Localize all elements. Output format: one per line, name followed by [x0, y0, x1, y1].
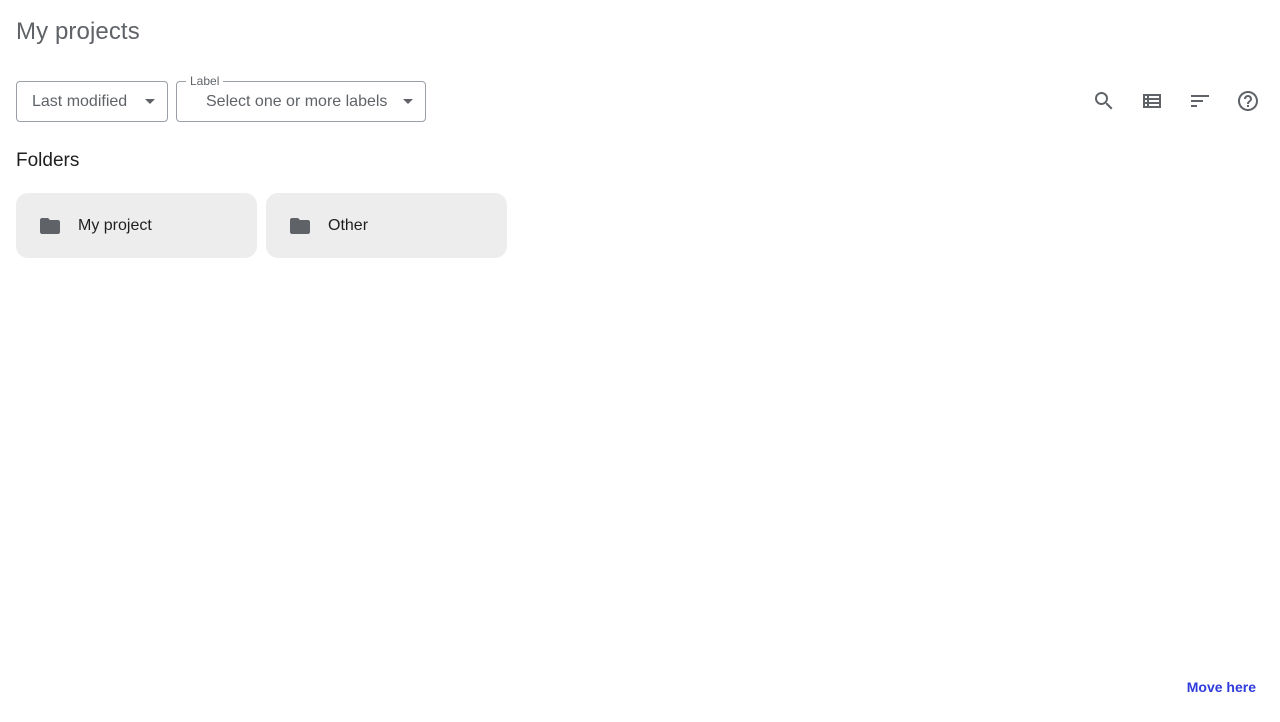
folder-card-my-project[interactable]: My project [16, 193, 257, 258]
folder-card-other[interactable]: Other [266, 193, 507, 258]
filter-toolbar: Last modified Label Select one or more l… [16, 74, 426, 122]
move-here-button[interactable]: Move here [1187, 679, 1256, 695]
search-icon [1095, 92, 1113, 110]
filter-sort-icon [1191, 95, 1209, 107]
help-button[interactable] [1228, 81, 1268, 121]
folder-icon [290, 217, 310, 234]
folder-name: Other [328, 216, 369, 234]
folder-list: My project Other [16, 193, 507, 258]
sort-select-value: Last modified [32, 92, 128, 110]
dropdown-arrow-icon [145, 99, 155, 104]
folders-section-title: Folders [16, 150, 80, 171]
search-button[interactable] [1084, 81, 1124, 121]
projects-page: My projects Last modified Label Select o… [0, 0, 1280, 722]
page-title: My projects [16, 18, 140, 45]
label-select-floating-label: Label [186, 74, 224, 88]
sort-button[interactable] [1180, 81, 1220, 121]
folder-name: My project [78, 216, 152, 234]
help-icon [1238, 91, 1258, 111]
action-icon-bar [1084, 81, 1268, 121]
list-view-button[interactable] [1132, 81, 1172, 121]
folder-icon [40, 217, 60, 234]
list-view-icon [1143, 94, 1161, 108]
label-select[interactable]: Label Select one or more labels [176, 74, 426, 122]
dropdown-arrow-icon [403, 99, 413, 104]
sort-select[interactable]: Last modified [16, 81, 168, 122]
label-select-placeholder: Select one or more labels [206, 92, 388, 110]
